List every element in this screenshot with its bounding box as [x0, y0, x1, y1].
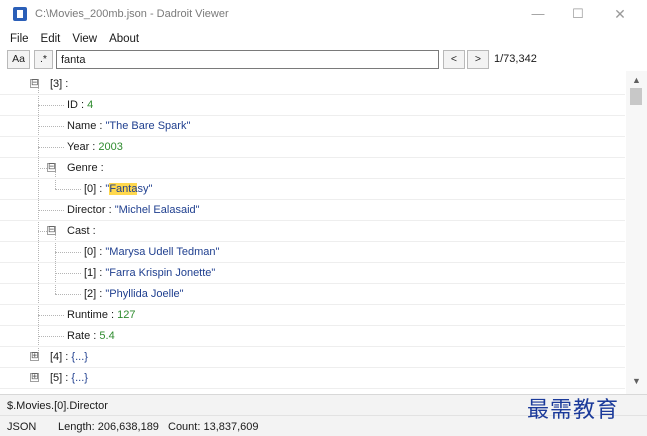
tree-branch-line: [55, 273, 81, 274]
tree-branch-line: [38, 168, 47, 169]
search-input[interactable]: [56, 50, 439, 69]
tree-branch-line: [38, 231, 47, 232]
collapse-icon[interactable]: ⊟: [30, 79, 39, 88]
tree-row-item-4[interactable]: ⊞ [4] : {...}: [0, 347, 625, 368]
node-key: [1]: [84, 267, 97, 279]
node-separator: :: [78, 99, 88, 111]
previous-match-button[interactable]: <: [443, 50, 465, 69]
node-key: [5]: [50, 372, 63, 384]
match-case-button[interactable]: Aa: [7, 50, 30, 69]
tree-row-genre[interactable]: ⊟ Genre :: [0, 158, 625, 179]
maximize-button[interactable]: ☐: [563, 4, 593, 24]
tree-branch-line: [38, 126, 64, 127]
menu-file[interactable]: File: [10, 33, 29, 45]
expand-icon[interactable]: ⊞: [30, 352, 39, 361]
minimize-button[interactable]: —: [523, 4, 553, 24]
expand-icon[interactable]: ⊞: [30, 373, 39, 382]
node-key: [0]: [84, 246, 97, 258]
row-divider: [0, 388, 625, 389]
node-value: "The Bare Spark": [105, 120, 191, 132]
node-key: [4]: [50, 351, 63, 363]
node-separator: :: [105, 204, 115, 216]
scroll-up-icon[interactable]: ▲: [632, 75, 641, 85]
vertical-scrollbar[interactable]: ▲ ▼: [626, 71, 647, 394]
file-length: Length: 206,638,189: [58, 421, 159, 433]
node-separator: :: [107, 309, 118, 321]
tree-row-runtime[interactable]: Runtime : 127: [0, 305, 625, 326]
tree-row-name[interactable]: Name : "The Bare Spark": [0, 116, 625, 137]
node-count: Count: 13,837,609: [168, 421, 259, 433]
tree-row-item-3[interactable]: ⊟ [3] :: [0, 74, 625, 95]
scroll-thumb[interactable]: [630, 88, 642, 105]
regex-button[interactable]: .*: [34, 50, 53, 69]
node-value: "Michel Ealasaid": [114, 204, 200, 216]
tree-branch-line: [55, 294, 81, 295]
collapse-icon[interactable]: ⊟: [47, 163, 56, 172]
tree-branch-line: [38, 210, 64, 211]
node-separator: :: [89, 225, 96, 237]
scroll-down-icon[interactable]: ▼: [632, 376, 641, 386]
tree-row-cast-2[interactable]: [2] : "Phyllida Joelle": [0, 284, 625, 305]
tree-branch-line: [38, 105, 64, 106]
window-title: C:\Movies_200mb.json - Dadroit Viewer: [35, 8, 229, 20]
app-icon: [13, 7, 27, 21]
node-value: {...}: [71, 372, 88, 384]
tree-branch-line: [55, 189, 81, 190]
tree-row-id[interactable]: ID : 4: [0, 95, 625, 116]
menu-about[interactable]: About: [109, 33, 139, 45]
node-value: 2003: [98, 141, 123, 153]
next-match-button[interactable]: >: [467, 50, 489, 69]
node-key: [3]: [50, 78, 63, 90]
node-value: 4: [87, 99, 94, 111]
node-key: Rate: [67, 330, 91, 342]
node-key: [2]: [84, 288, 97, 300]
node-key: Genre: [67, 162, 98, 174]
menu-edit[interactable]: Edit: [41, 33, 61, 45]
json-path: $.Movies.[0].Director: [7, 400, 108, 412]
node-key: Name: [67, 120, 97, 132]
node-value: "Farra Krispin Jonette": [105, 267, 216, 279]
node-value: 5.4: [99, 330, 115, 342]
search-bar: Aa .* < > 1/73,342: [0, 48, 647, 71]
menu-view[interactable]: View: [72, 33, 97, 45]
node-value: 127: [117, 309, 136, 321]
node-separator: :: [96, 120, 106, 132]
node-separator: :: [62, 78, 69, 90]
node-value: {...}: [71, 351, 88, 363]
close-button[interactable]: ✕: [605, 4, 635, 24]
node-key: Director: [67, 204, 106, 216]
node-value: sy": [137, 183, 153, 195]
tree-row-item-5[interactable]: ⊞ [5] : {...}: [0, 368, 625, 389]
node-key: Year: [67, 141, 90, 153]
node-separator: :: [97, 162, 104, 174]
search-match-highlight: Fanta: [109, 183, 138, 195]
node-value: "Phyllida Joelle": [105, 288, 184, 300]
node-key: Runtime: [67, 309, 108, 321]
tree-branch-line: [38, 336, 64, 337]
watermark-text: 最需教育: [527, 398, 620, 423]
tree-row-cast-0[interactable]: [0] : "Marysa Udell Tedman": [0, 242, 625, 263]
tree-branch-line: [38, 315, 64, 316]
file-type: JSON: [7, 421, 37, 433]
tree-row-cast-1[interactable]: [1] : "Farra Krispin Jonette": [0, 263, 625, 284]
json-tree: ⊟ [3] : ID : 4 Name : "The Bare Spark" Y…: [0, 71, 647, 394]
tree-branch-line: [55, 252, 81, 253]
node-value: "Marysa Udell Tedman": [105, 246, 220, 258]
tree-row-rate[interactable]: Rate : 5.4: [0, 326, 625, 347]
node-key: [0]: [84, 183, 97, 195]
tree-row-director[interactable]: Director : "Michel Ealasaid": [0, 200, 625, 221]
menu-bar: File Edit View About: [0, 29, 647, 48]
match-count: 1/73,342: [494, 53, 537, 65]
title-bar: C:\Movies_200mb.json - Dadroit Viewer — …: [0, 0, 647, 29]
collapse-icon[interactable]: ⊟: [47, 226, 56, 235]
tree-row-year[interactable]: Year : 2003: [0, 137, 625, 158]
tree-branch-line: [38, 147, 64, 148]
tree-row-genre-0[interactable]: [0] : "Fantasy": [0, 179, 625, 200]
tree-row-cast[interactable]: ⊟ Cast :: [0, 221, 625, 242]
node-key: Cast: [67, 225, 90, 237]
node-key: ID: [67, 99, 78, 111]
